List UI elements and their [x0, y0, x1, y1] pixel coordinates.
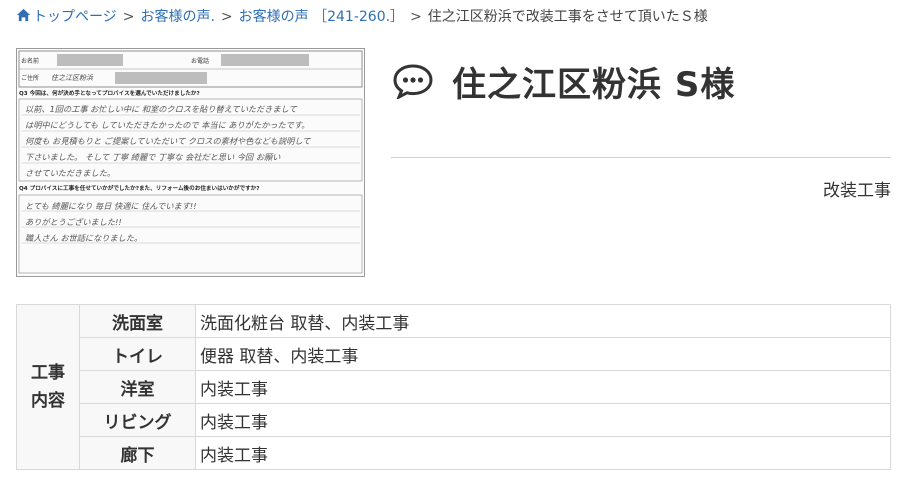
room-cell: リビング — [79, 403, 196, 437]
category-label: 改装工事 — [823, 181, 891, 201]
table-row: 工事 内容 洗面室 洗面化粧台 取替、内装工事 — [16, 304, 891, 470]
table-row: トイレ 便器 取替、内装工事 — [17, 337, 891, 371]
group-label-line: 工事 — [31, 363, 65, 383]
survey-answer-line: は明中にどうしても していただきたかったので 本当に ありがたかったです。 — [25, 120, 309, 130]
survey-answer-line: 職人さん お世話になりました。 — [25, 233, 142, 243]
breadcrumb-home-label: トップページ — [33, 9, 117, 25]
breadcrumb-separator: > — [410, 9, 422, 25]
redacted-block — [221, 54, 309, 66]
title-block: 住之江区粉浜 S様 — [392, 52, 735, 110]
room-cell: 洗面室 — [79, 304, 196, 338]
divider — [391, 157, 891, 158]
table-row: リビング 内装工事 — [17, 403, 891, 437]
survey-answer-line: させていただきました。 — [25, 168, 115, 178]
breadcrumb-separator: > — [122, 9, 135, 25]
room-cell: トイレ — [79, 337, 196, 371]
work-content-cell: 内装工事 — [195, 370, 891, 404]
work-details-table: 工事 内容 洗面室 洗面化粧台 取替、内装工事 トイレ 便器 取替、内装工事 洋… — [16, 304, 891, 470]
speech-bubble-icon — [393, 64, 433, 99]
room-cell: 洋室 — [79, 370, 196, 404]
survey-name-label: お名前 — [21, 57, 39, 65]
table-row: 廊下 内装工事 — [17, 436, 891, 470]
redacted-block — [115, 72, 207, 84]
work-content-cell: 内装工事 — [195, 403, 891, 437]
breadcrumb-separator: > — [220, 9, 233, 25]
work-content-cell: 便器 取替、内装工事 — [195, 337, 891, 371]
home-icon — [16, 8, 31, 22]
work-content-cell: 洗面化粧台 取替、内装工事 — [195, 304, 891, 338]
group-label-line: 内容 — [31, 391, 65, 411]
survey-phone-label: お電話 — [191, 57, 209, 65]
survey-address-value: 住之江区粉浜 — [51, 74, 94, 82]
breadcrumb: トップページ > お客様の声. > お客様の声 ［241-260.］ > 住之江… — [16, 7, 708, 27]
survey-answer-line: 下さいました。 そして 丁寧 綺麗で 丁寧な 会社だと思い 今回 お願い — [25, 152, 281, 162]
table-row: 洋室 内装工事 — [17, 370, 891, 404]
survey-answer-line: 何度も お見積もりと ご提案していただいて クロスの素材や色なども説明して — [25, 136, 311, 146]
redacted-block — [57, 54, 123, 66]
breadcrumb-voice-range-link[interactable]: お客様の声 ［241-260.］ — [239, 7, 404, 27]
survey-address-label: ご住所 — [21, 74, 39, 82]
breadcrumb-voice-link[interactable]: お客様の声. — [140, 7, 214, 27]
survey-q4: Q4 プロバイスに工事を任せていかがでしたか?また、リフォーム後のお住まいはいか… — [19, 184, 260, 192]
breadcrumb-current: 住之江区粉浜で改装工事をさせて頂いたＳ様 — [427, 9, 708, 25]
page-title: 住之江区粉浜 S様 — [452, 64, 736, 105]
work-content-header: 工事 内容 — [16, 304, 80, 470]
breadcrumb-home-link[interactable]: トップページ — [16, 7, 117, 27]
work-content-cell: 内装工事 — [195, 436, 891, 470]
survey-image: お名前 お電話 ご住所 住之江区粉浜 Q3 今回は、何が決め手となってプロバイス… — [16, 48, 365, 277]
room-cell: 廊下 — [79, 436, 196, 470]
survey-answer-line: とても 綺麗になり 毎日 快適に 住んでいます!! — [25, 201, 196, 211]
survey-answer-line: ありがとうございました!! — [25, 217, 122, 227]
survey-answer-line: 以前、1回の工事 お忙しい中に 和室のクロスを貼り替えていただきまして — [25, 104, 298, 114]
survey-q3: Q3 今回は、何が決め手となってプロバイスを選んでいただけましたか? — [19, 89, 200, 97]
